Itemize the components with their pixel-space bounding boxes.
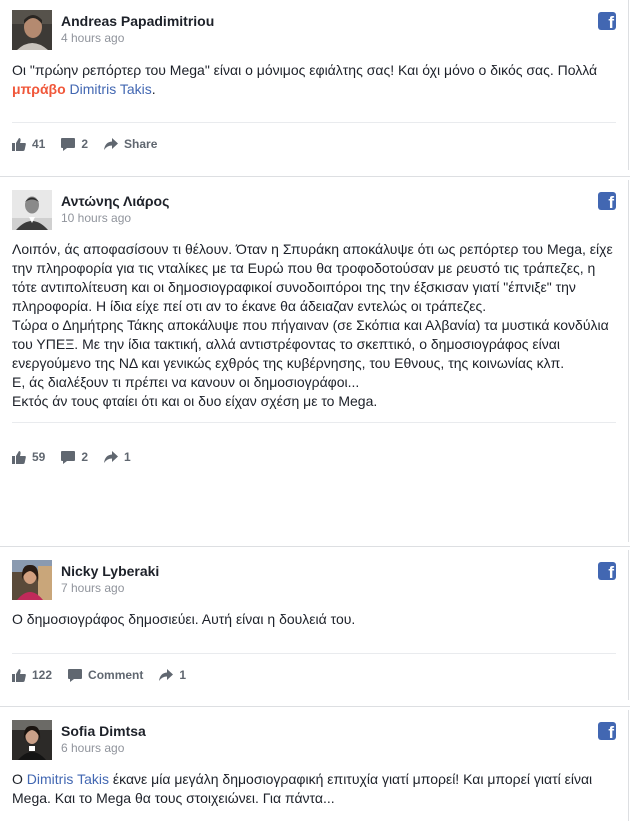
comment-text: Ο Dimitris Takis έκανε μία μεγάλη δημοσι… <box>12 770 616 808</box>
share-button[interactable]: 1 <box>159 668 186 682</box>
author-name[interactable]: Andreas Papadimitriou <box>61 13 214 29</box>
action-bar: 59 2 1 <box>12 448 147 466</box>
facebook-icon[interactable]: f <box>598 722 616 742</box>
comment-icon <box>68 668 83 682</box>
action-bar: 122 Comment 1 <box>12 666 202 684</box>
thumbs-up-icon <box>12 668 26 682</box>
avatar[interactable] <box>12 10 52 50</box>
comment-card: Sofia Dimtsa 6 hours ago f Ο Dimitris Ta… <box>0 710 629 821</box>
author-name[interactable]: Αντώνης Λιάρος <box>61 193 169 209</box>
avatar[interactable] <box>12 720 52 760</box>
comment-paragraph: Ε, άς διαλέξουν τι πρέπει να κανουν οι δ… <box>12 374 360 390</box>
separator <box>0 176 630 177</box>
share-arrow-icon <box>104 451 119 463</box>
author-name[interactable]: Sofia Dimtsa <box>61 723 146 739</box>
comment-text-part: Οι "πρώην ρεπόρτερ του Mega" είναι ο μόν… <box>12 62 598 78</box>
comment-paragraph: Λοιπόν, άς αποφασίσουν τι θέλουν. Όταν η… <box>12 241 613 314</box>
timestamp[interactable]: 6 hours ago <box>61 741 124 755</box>
thumbs-up-icon <box>12 137 26 151</box>
comment-text: Λοιπόν, άς αποφασίσουν τι θέλουν. Όταν η… <box>12 240 616 411</box>
divider <box>12 653 616 654</box>
comment-icon <box>61 450 76 464</box>
thumbs-up-icon <box>12 450 26 464</box>
share-count: 1 <box>179 668 187 682</box>
facebook-icon[interactable]: f <box>598 192 616 212</box>
timestamp[interactable]: 4 hours ago <box>61 31 124 45</box>
author-name[interactable]: Nicky Lyberaki <box>61 563 159 579</box>
like-count: 59 <box>32 450 46 464</box>
comment-label: Comment <box>88 668 144 682</box>
avatar[interactable] <box>12 560 52 600</box>
comment-button[interactable]: Comment <box>68 668 143 682</box>
share-count: 1 <box>124 450 131 464</box>
avatar[interactable] <box>12 190 52 230</box>
comment-icon <box>61 137 76 151</box>
comment-paragraph: Εκτός άν τους φταίει ότι και οι δυο είχα… <box>12 393 378 409</box>
like-count: 122 <box>32 668 53 682</box>
comment-paragraph: Ο δημοσιογράφος δημοσιεύει. Αυτή είναι η… <box>12 611 356 627</box>
comment-paragraph: Τώρα ο Δημήτρης Τάκης αποκάλυψε που πήγα… <box>12 317 609 371</box>
comment-card: Andreas Papadimitriou 4 hours ago f Οι "… <box>0 0 629 170</box>
comment-text-part: Ο <box>12 771 23 787</box>
comment-card: Αντώνης Λιάρος 10 hours ago f Λοιπόν, άς… <box>0 180 629 542</box>
share-button[interactable]: Share <box>104 137 157 151</box>
reply-button[interactable]: 2 <box>61 137 88 151</box>
share-arrow-icon <box>104 138 119 150</box>
comment-text: Ο δημοσιογράφος δημοσιεύει. Αυτή είναι η… <box>12 610 616 629</box>
share-button[interactable]: 1 <box>104 450 131 464</box>
mention-link[interactable]: Dimitris Takis <box>70 81 152 97</box>
like-count: 41 <box>32 137 46 151</box>
share-label: Share <box>124 137 158 151</box>
like-button[interactable]: 41 <box>12 137 45 151</box>
timestamp[interactable]: 7 hours ago <box>61 581 124 595</box>
reply-button[interactable]: 2 <box>61 450 88 464</box>
divider <box>12 422 616 423</box>
separator <box>0 546 630 547</box>
reply-count: 2 <box>81 450 89 464</box>
timestamp[interactable]: 10 hours ago <box>61 211 131 225</box>
facebook-icon[interactable]: f <box>598 12 616 32</box>
divider <box>12 122 616 123</box>
like-button[interactable]: 59 <box>12 450 45 464</box>
separator <box>0 706 630 707</box>
highlighted-word: μπράβο <box>12 81 66 97</box>
mention-link[interactable]: Dimitris Takis <box>27 771 109 787</box>
like-button[interactable]: 122 <box>12 668 52 682</box>
share-arrow-icon <box>159 669 174 681</box>
comment-text: Οι "πρώην ρεπόρτερ του Mega" είναι ο μόν… <box>12 61 616 99</box>
comment-text-part: . <box>151 81 156 97</box>
comment-card: Nicky Lyberaki 7 hours ago f Ο δημοσιογρ… <box>0 550 629 700</box>
facebook-icon[interactable]: f <box>598 562 616 582</box>
reply-count: 2 <box>81 137 89 151</box>
action-bar: 41 2 Share <box>12 135 173 153</box>
